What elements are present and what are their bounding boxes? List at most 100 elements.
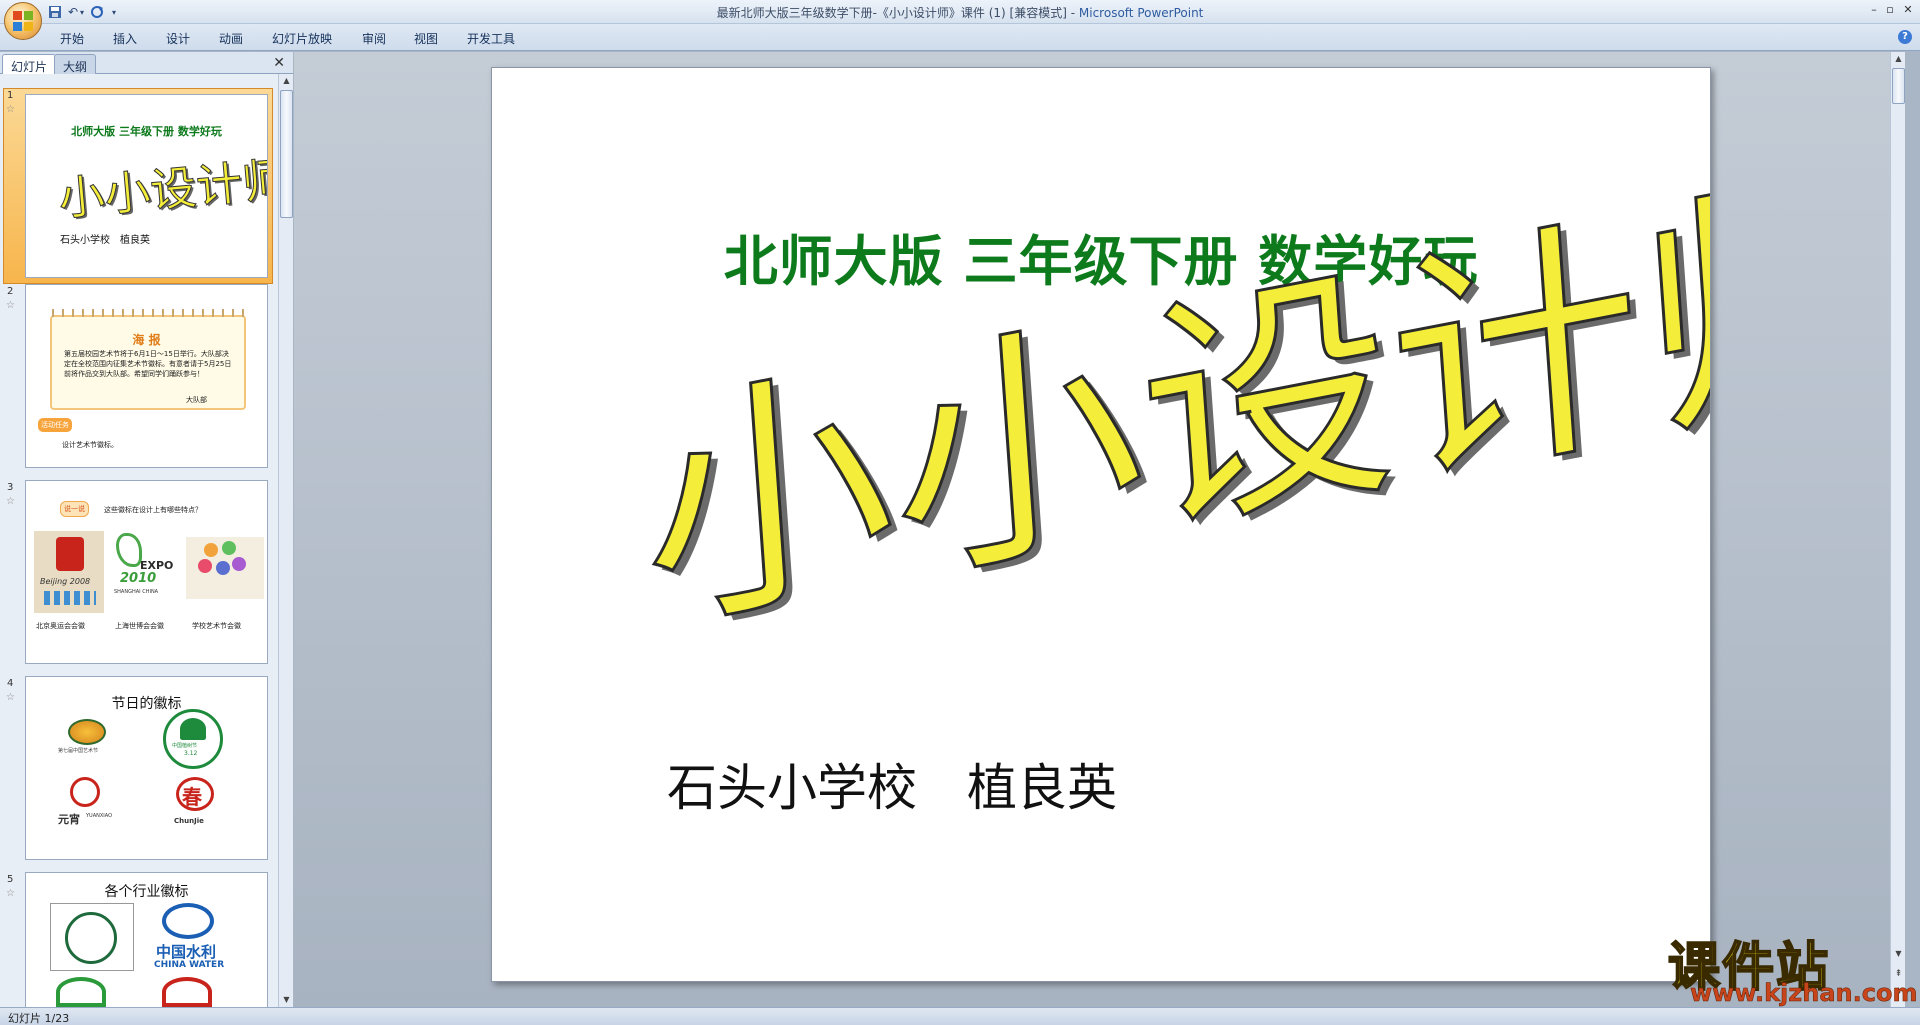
poster-sign: 大队部 <box>186 396 207 404</box>
slide-thumbnail-3[interactable]: 说一说 这些徽标在设计上有哪些特点？ Beijing 2008 EXPO 201… <box>25 480 268 664</box>
discuss-badge: 说一说 <box>60 501 89 517</box>
tab-developer[interactable]: 开发工具 <box>467 30 515 47</box>
scroll-thumb[interactable] <box>280 90 293 218</box>
lotus-icon <box>68 719 106 745</box>
expo-mark-icon <box>116 533 142 567</box>
poster-title: 海 报 <box>132 333 161 347</box>
slide-number: 3 <box>7 482 14 493</box>
tab-review[interactable]: 审阅 <box>362 30 386 47</box>
olympic-rings-icon <box>44 591 96 605</box>
thumb-title: 小小设计师 <box>56 152 268 227</box>
task-text: 设计艺术节徽标。 <box>62 441 118 449</box>
ribbon-tabs: 开始 插入 设计 动画 幻灯片放映 审阅 视图 开发工具 ? <box>0 24 1920 51</box>
water-logo: 中国水利 CHINA WATER <box>150 903 230 973</box>
industry-logo-icon <box>162 977 212 1007</box>
transition-icon: ☆ <box>6 888 15 899</box>
thumb-title: 节日的徽标 <box>111 696 182 712</box>
scroll-up-icon[interactable]: ▲ <box>280 74 293 88</box>
slide-thumbnail-5[interactable]: 各个行业徽标 中国水利 CHINA WATER <box>25 872 268 1007</box>
slide-editor: 北师大版 三年级下册 数学好玩 小小设计师 石头小学校 植良英 ▲ ▼ ⇞ ⇟ <box>294 52 1905 1007</box>
slide-thumbnails: 1 ☆ 北师大版 三年级下册 数学好玩 小小设计师 石头小学校 植良英 2 ☆ … <box>0 74 276 1007</box>
tab-slides[interactable]: 幻灯片 <box>2 54 57 74</box>
poster-rings <box>52 309 244 317</box>
close-pane-icon[interactable]: ✕ <box>273 55 285 71</box>
transition-icon: ☆ <box>6 300 15 311</box>
water-en: CHINA WATER <box>154 960 225 970</box>
caption-beijing: 北京奥运会会徽 <box>36 622 85 630</box>
poster-body: 第五届校园艺术节将于6月1日～15日举行。大队部决定在全校范围内征集艺术节徽标。… <box>64 350 232 378</box>
slide-number: 5 <box>7 874 14 885</box>
scroll-down-icon[interactable]: ▼ <box>280 993 293 1007</box>
lantern-logo: 元宵 YUANXIAO <box>56 777 122 843</box>
watermark-url: www.kjzhan.com <box>1690 979 1918 1008</box>
thumb-author: 石头小学校 植良英 <box>60 235 150 246</box>
horse-icon <box>65 912 117 964</box>
slide-thumbnail-2[interactable]: 海 报 第五届校园艺术节将于6月1日～15日举行。大队部决定在全校范围内征集艺术… <box>25 284 268 468</box>
petal-icon <box>216 561 230 575</box>
transition-icon: ☆ <box>6 692 15 703</box>
current-slide[interactable]: 北师大版 三年级下册 数学好玩 小小设计师 石头小学校 植良英 <box>491 67 1711 982</box>
petal-icon <box>198 559 212 573</box>
expo-sub: SHANGHAI CHINA <box>114 589 159 595</box>
pane-tabs: 幻灯片 大纲 ✕ <box>0 52 293 74</box>
caption-school: 学校艺术节会徽 <box>192 622 241 630</box>
slide-counter: 幻灯片 1/23 <box>8 1012 70 1025</box>
restore-icon[interactable]: ▫ <box>1882 2 1898 18</box>
petal-icon <box>204 543 218 557</box>
tab-view[interactable]: 视图 <box>414 30 438 47</box>
industry-logo-icon <box>56 977 106 1007</box>
thumb-title: 各个行业徽标 <box>104 884 189 900</box>
thumbnail-scrollbar[interactable]: ▲ ▼ <box>278 74 293 1007</box>
caption-expo: 上海世博会会徽 <box>115 622 164 630</box>
slide-scrollbar[interactable]: ▲ ▼ ⇞ ⇟ <box>1890 52 1905 1007</box>
office-logo-icon <box>13 11 33 31</box>
minimize-icon[interactable]: – <box>1866 2 1882 18</box>
help-icon[interactable]: ? <box>1898 30 1912 44</box>
school-logo <box>186 537 264 599</box>
beijing-logo: Beijing 2008 <box>34 531 104 613</box>
arbor-day-logo: 中国植树节 3.12 <box>163 709 223 769</box>
close-icon[interactable]: ✕ <box>1900 2 1916 18</box>
app-name: Microsoft PowerPoint <box>1078 6 1204 20</box>
arbor-day-text: 中国植树节 <box>172 743 198 749</box>
water-icon <box>162 903 214 939</box>
slide-thumbnail-4[interactable]: 节日的徽标 第七届中国艺术节 中国植树节 3.12 元宵 YUANXIAO 春 … <box>25 676 268 860</box>
lantern-icon <box>70 777 100 807</box>
water-text: 中国水利 <box>156 943 217 961</box>
scroll-up-icon[interactable]: ▲ <box>1892 52 1905 66</box>
slides-pane: 幻灯片 大纲 ✕ 1 ☆ 北师大版 三年级下册 数学好玩 小小设计师 石头小学校… <box>0 52 293 1007</box>
question-text: 这些徽标在设计上有哪些特点？ <box>104 506 202 514</box>
title-bar: ↶ ▾ ▾ 最新北师大版三年级数学下册-《小小设计师》课件 (1) [兼容模式]… <box>0 0 1920 40</box>
tab-outline[interactable]: 大纲 <box>54 54 97 74</box>
lantern-en: YUANXIAO <box>86 813 113 819</box>
document-title: 最新北师大版三年级数学下册-《小小设计师》课件 (1) [兼容模式] <box>716 6 1067 20</box>
tab-animations[interactable]: 动画 <box>219 30 243 47</box>
tab-design[interactable]: 设计 <box>166 30 190 47</box>
window-title: 最新北师大版三年级数学下册-《小小设计师》课件 (1) [兼容模式] - Mic… <box>0 4 1920 21</box>
transition-icon: ☆ <box>6 496 15 507</box>
task-badge: 活动任务 <box>38 418 72 432</box>
spring-logo: 春 ChunJie <box>172 777 222 843</box>
expo-year: 2010 <box>120 571 157 586</box>
petal-icon <box>232 557 246 571</box>
tree-icon <box>180 718 206 740</box>
office-button[interactable] <box>4 2 42 40</box>
scroll-thumb[interactable] <box>1892 68 1905 104</box>
slide-author[interactable]: 石头小学校 植良英 <box>667 748 1117 820</box>
beijing-text: Beijing 2008 <box>40 577 91 586</box>
tab-slideshow[interactable]: 幻灯片放映 <box>272 30 332 47</box>
spring-en: ChunJie <box>174 817 204 825</box>
tab-insert[interactable]: 插入 <box>113 30 137 47</box>
horse-logo <box>50 903 134 971</box>
art-festival-logo: 第七届中国艺术节 <box>54 719 120 755</box>
transition-icon: ☆ <box>6 104 15 115</box>
lantern-text: 元宵 <box>58 813 80 826</box>
powerpoint-window: ↶ ▾ ▾ 最新北师大版三年级数学下册-《小小设计师》课件 (1) [兼容模式]… <box>0 0 1920 1025</box>
slide-number: 1 <box>7 90 14 101</box>
slide-number: 2 <box>7 286 14 297</box>
slide-thumbnail-1[interactable]: 北师大版 三年级下册 数学好玩 小小设计师 石头小学校 植良英 <box>25 94 268 278</box>
art-festival-text: 第七届中国艺术节 <box>58 748 99 754</box>
slide-number: 4 <box>7 678 14 689</box>
beijing-seal-icon <box>56 537 84 571</box>
tab-home[interactable]: 开始 <box>60 30 84 47</box>
